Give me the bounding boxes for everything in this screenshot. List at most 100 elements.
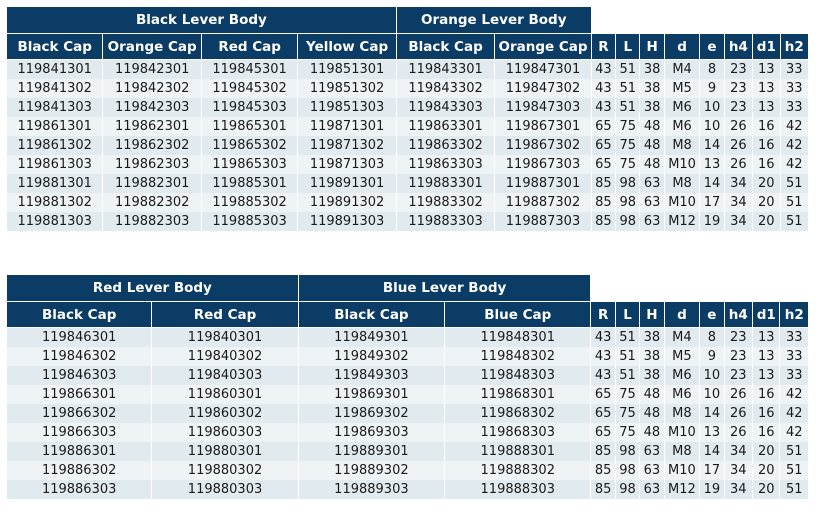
table-cell: 23	[723, 79, 754, 98]
table-cell: 119841301	[5, 59, 104, 79]
table-cell: 119868303	[444, 423, 592, 442]
table-cell: 33	[779, 98, 810, 117]
table-cell: 9	[699, 79, 725, 98]
table-cell: 119888303	[444, 480, 592, 499]
table-cell: 48	[639, 385, 665, 404]
table-cell: 119842302	[102, 79, 202, 98]
table-cell: 119846303	[5, 366, 153, 385]
table-cell: 38	[639, 98, 665, 117]
table-cell: M4	[663, 59, 701, 79]
col-header: e	[699, 33, 725, 60]
table-cell: 42	[779, 385, 809, 404]
table-cell: 63	[639, 442, 665, 461]
table-cell: 119871302	[297, 136, 397, 155]
table-cell: 119886302	[5, 461, 153, 480]
table-cell: 33	[779, 327, 809, 347]
table-cell: 38	[639, 347, 665, 366]
table-cell: 63	[639, 461, 665, 480]
table-cell: 26	[723, 404, 754, 423]
table-cell: 17	[699, 193, 725, 212]
table-cell: 26	[723, 155, 754, 174]
table-row: 119881303 119882303 119885303 119891303 1198…	[5, 212, 810, 231]
table-row: 119861302 119862302 119865302 119871302 1198…	[5, 136, 810, 155]
black-orange-lever-table: Black Lever Body Orange Lever Body Black…	[5, 6, 810, 231]
table-cell: 13	[752, 98, 781, 117]
table-cell: 119881301	[5, 174, 104, 193]
table-cell: 119847302	[494, 79, 592, 98]
table-cell: 48	[639, 155, 665, 174]
table-cell: 119882303	[102, 212, 202, 231]
table-cell: 98	[614, 461, 641, 480]
table-cell: 119887301	[494, 174, 592, 193]
table-cell: 119841302	[5, 79, 104, 98]
table-cell: 34	[723, 212, 754, 231]
table-cell: M10	[663, 193, 701, 212]
table-cell: M8	[663, 174, 701, 193]
table-cell: 63	[639, 174, 665, 193]
table-cell: M8	[663, 404, 701, 423]
table-cell: 119843302	[395, 79, 496, 98]
table-cell: 51	[614, 327, 641, 347]
table-cell: 119888301	[444, 442, 592, 461]
table-cell: M10	[663, 423, 701, 442]
table-row: 119866301 119860301 119869301 119868301 65 75…	[5, 385, 809, 404]
table-cell: 20	[752, 212, 781, 231]
table-cell: 38	[639, 327, 665, 347]
table-cell: 43	[590, 347, 616, 366]
table-cell: 119840303	[151, 366, 299, 385]
table-cell: 16	[752, 155, 781, 174]
table-cell: 119883303	[395, 212, 496, 231]
table-cell: 119861302	[5, 136, 104, 155]
table-cell: 65	[590, 136, 617, 155]
table-cell: 119886303	[5, 480, 153, 499]
table-cell: 48	[639, 404, 665, 423]
table-cell: 51	[614, 347, 641, 366]
table-cell: 20	[752, 461, 781, 480]
table-cell: 10	[699, 385, 725, 404]
table-cell: 38	[639, 79, 665, 98]
group-header-blue-lever-body: Blue Lever Body	[297, 274, 592, 302]
table-cell: 33	[779, 347, 809, 366]
table-cell: 119849303	[297, 366, 446, 385]
table-cell: 34	[723, 480, 754, 499]
table-row: 119846302 119840302 119849302 119848302 43 51…	[5, 347, 809, 366]
table-row: 119886301 119880301 119889301 119888301 85 98…	[5, 442, 809, 461]
table-cell: 119868301	[444, 385, 592, 404]
table-cell: 119882302	[102, 193, 202, 212]
table-cell: 51	[779, 174, 810, 193]
table-cell: 119866302	[5, 404, 153, 423]
table-cell: 85	[590, 461, 616, 480]
group-header-orange-lever-body: Orange Lever Body	[395, 6, 592, 34]
table-cell: 51	[779, 442, 809, 461]
table-cell: 16	[752, 117, 781, 136]
table-row: 119861303 119862303 119865303 119871303 1198…	[5, 155, 810, 174]
table-cell: 119849301	[297, 327, 446, 347]
table-cell: 16	[752, 404, 781, 423]
table-cell: 65	[590, 155, 617, 174]
table-cell: 119881303	[5, 212, 104, 231]
table-cell: 14	[699, 442, 725, 461]
table-cell: 9	[699, 347, 725, 366]
table-cell: 119842303	[102, 98, 202, 117]
blank-header-cell	[590, 274, 809, 302]
table-cell: 119891301	[297, 174, 397, 193]
col-header: Blue Cap	[444, 301, 592, 328]
col-header: h4	[723, 33, 754, 60]
table-cell: M10	[663, 155, 701, 174]
table-cell: 119889301	[297, 442, 446, 461]
table-cell: 65	[590, 385, 616, 404]
table-row: 119881302 119882302 119885302 119891302 1198…	[5, 193, 810, 212]
table-cell: 48	[639, 117, 665, 136]
table-cell: 119861303	[5, 155, 104, 174]
table-cell: 75	[615, 155, 641, 174]
table-cell: 119887302	[494, 193, 592, 212]
table-cell: 20	[752, 480, 781, 499]
table-cell: 119848303	[444, 366, 592, 385]
table-cell: 63	[639, 193, 665, 212]
table-cell: M6	[663, 366, 701, 385]
table-cell: 43	[590, 79, 617, 98]
table-cell: 75	[614, 404, 641, 423]
table-cell: 65	[590, 404, 616, 423]
table-cell: 51	[779, 212, 810, 231]
table-cell: 119880301	[151, 442, 299, 461]
